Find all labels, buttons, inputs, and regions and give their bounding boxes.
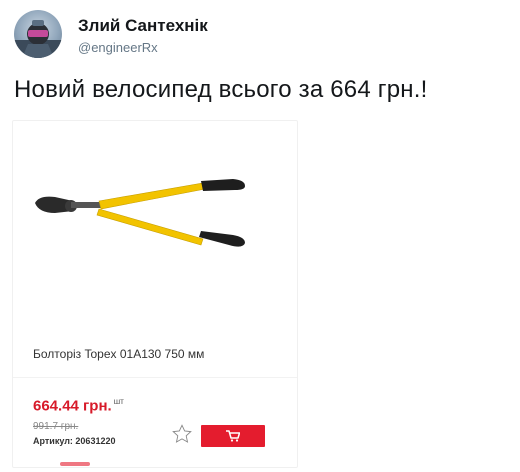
- tweet-text: Новий велосипед всього за 664 грн.!: [14, 76, 428, 103]
- add-to-cart-button[interactable]: [201, 425, 265, 447]
- price-row: 664.44 грн. шт: [33, 397, 124, 415]
- bolt-cutter-icon: [35, 179, 245, 247]
- product-card[interactable]: Болторіз Topex 01A130 750 мм 664.44 грн.…: [12, 120, 298, 468]
- price-unit: шт: [113, 397, 124, 406]
- author-handle[interactable]: @engineerRx: [78, 40, 158, 55]
- avatar[interactable]: [14, 10, 62, 58]
- next-card-edge: [60, 462, 90, 466]
- product-title[interactable]: Болторіз Topex 01A130 750 мм: [33, 347, 204, 361]
- old-price: 991.7 грн.: [33, 421, 79, 432]
- article-number: Артикул: 20631220: [33, 436, 116, 446]
- avatar-icon: [14, 20, 62, 58]
- shopping-cart-icon: [226, 430, 240, 442]
- card-divider: [13, 377, 297, 378]
- tweet-header: Злий Сантехнік @engineerRx: [14, 10, 314, 60]
- product-price: 664.44 грн.: [33, 397, 112, 415]
- star-outline-icon[interactable]: [171, 423, 193, 445]
- author-name[interactable]: Злий Сантехнік: [78, 16, 208, 36]
